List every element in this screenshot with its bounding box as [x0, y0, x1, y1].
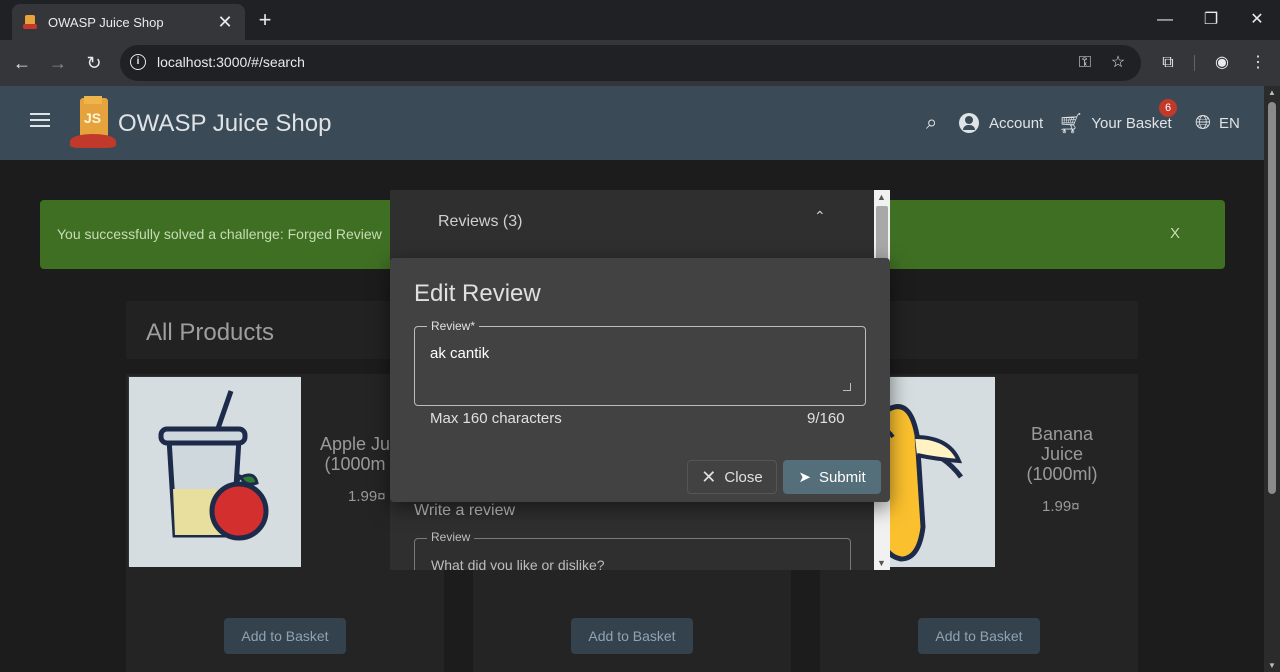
globe-icon: 🌐︎: [1195, 111, 1211, 134]
page-scroll-down-icon[interactable]: ▼: [1268, 661, 1276, 670]
send-icon: ➤: [798, 469, 811, 486]
scroll-up-arrow-icon[interactable]: ▲: [877, 192, 886, 202]
apple-juice-image[interactable]: [128, 376, 301, 567]
close-button[interactable]: ✕ Close: [687, 460, 777, 494]
edit-review-title: Edit Review: [414, 280, 541, 307]
juice-shop-logo[interactable]: JS: [70, 96, 116, 150]
submit-button[interactable]: ➤ Submit: [783, 460, 881, 494]
search-icon: ⌕: [926, 111, 938, 134]
add-to-basket-button[interactable]: Add to Basket: [224, 618, 346, 654]
account-circle-icon: [959, 113, 979, 133]
new-review-field[interactable]: Review: [414, 530, 851, 570]
forward-arrow-icon[interactable]: →: [46, 51, 70, 75]
juice-shop-favicon-icon: [22, 14, 38, 30]
add-to-basket-button[interactable]: Add to Basket: [571, 618, 693, 654]
app-title[interactable]: OWASP Juice Shop: [118, 110, 331, 138]
page-scrollbar-thumb[interactable]: [1268, 102, 1276, 494]
browser-menu-icon[interactable]: ⋮: [1246, 51, 1270, 75]
maximize-button[interactable]: ❐: [1196, 8, 1226, 32]
close-button-label: Close: [724, 468, 763, 486]
products-title: All Products: [146, 319, 275, 346]
close-icon: ✕: [701, 466, 717, 487]
shopping-cart-icon: 🛒︎: [1058, 112, 1084, 135]
reviews-expansion-header[interactable]: Reviews (3): [438, 213, 522, 231]
page-scroll-up-icon[interactable]: ▲: [1268, 88, 1276, 97]
bookmark-star-icon[interactable]: ☆: [1107, 52, 1129, 74]
account-button[interactable]: Account: [959, 110, 1043, 136]
scroll-down-arrow-icon[interactable]: ▼: [877, 558, 886, 568]
product-price: 1.99¤: [348, 488, 386, 505]
site-info-icon[interactable]: i: [130, 54, 146, 70]
tab-close-icon[interactable]: ✕: [215, 12, 235, 33]
new-review-label: Review: [427, 530, 475, 544]
browser-nav-bar: ← → ↻ i localhost:3000/#/search ⚿ ☆ ⧉ ◉ …: [0, 40, 1280, 86]
basket-label: Your Basket: [1091, 114, 1172, 132]
snackbar-message: You successfully solved a challenge: For…: [57, 226, 382, 242]
snackbar-close-button[interactable]: X: [1170, 225, 1180, 242]
tab-title: OWASP Juice Shop: [48, 14, 164, 30]
edit-review-textarea[interactable]: ak cantik: [430, 345, 850, 395]
submit-button-label: Submit: [818, 468, 866, 486]
new-tab-button[interactable]: +: [254, 8, 276, 32]
browser-tab-bar: OWASP Juice Shop ✕ + — ❐ ✕: [0, 0, 1280, 40]
logo-text: JS: [84, 110, 102, 126]
language-label: EN: [1219, 114, 1240, 132]
minimize-button[interactable]: —: [1150, 8, 1180, 32]
address-bar[interactable]: i localhost:3000/#/search ⚿ ☆: [120, 45, 1141, 81]
add-to-basket-button[interactable]: Add to Basket: [918, 618, 1040, 654]
product-price: 1.99¤: [1042, 498, 1080, 515]
address-url[interactable]: localhost:3000/#/search: [157, 54, 305, 70]
profile-icon[interactable]: ◉: [1210, 51, 1234, 75]
reload-icon[interactable]: ↻: [82, 51, 106, 75]
app-toolbar: JS OWASP Juice Shop ⌕ Account 🛒︎ Your Ba…: [0, 86, 1264, 160]
edit-review-label: Review*: [427, 319, 480, 333]
search-button[interactable]: ⌕: [926, 110, 945, 136]
product-name: Apple Ju (1000m: [319, 434, 391, 474]
new-review-input[interactable]: [431, 557, 831, 570]
basket-button[interactable]: 🛒︎ Your Basket: [1058, 110, 1172, 136]
menu-icon[interactable]: [30, 113, 50, 129]
page-scrollbar[interactable]: ▲ ▼: [1264, 86, 1280, 672]
product-name: Banana Juice (1000ml): [1026, 424, 1098, 484]
tab-search-icon[interactable]: ⧉: [1156, 51, 1180, 75]
toolbar-divider: [1194, 55, 1195, 71]
edit-review-dialog: Edit Review Review* ak cantik Max 160 ch…: [390, 258, 890, 502]
character-counter: 9/160: [807, 410, 845, 427]
edit-review-field[interactable]: Review* ak cantik: [414, 319, 866, 406]
chevron-up-icon[interactable]: ⌃: [814, 208, 826, 225]
dialog-scrollbar-thumb[interactable]: [876, 206, 888, 260]
browser-tab[interactable]: OWASP Juice Shop ✕: [12, 4, 245, 40]
basket-count-badge: 6: [1159, 99, 1177, 117]
password-key-icon[interactable]: ⚿: [1074, 52, 1096, 74]
write-review-heading: Write a review: [414, 502, 516, 519]
page-viewport: JS OWASP Juice Shop ⌕ Account 🛒︎ Your Ba…: [0, 86, 1264, 672]
back-arrow-icon[interactable]: ←: [10, 51, 34, 75]
account-label: Account: [989, 114, 1044, 132]
max-characters-hint: Max 160 characters: [430, 410, 562, 427]
language-button[interactable]: 🌐︎ EN: [1195, 110, 1240, 136]
close-window-button[interactable]: ✕: [1242, 8, 1272, 32]
resize-handle-icon[interactable]: [843, 383, 851, 391]
